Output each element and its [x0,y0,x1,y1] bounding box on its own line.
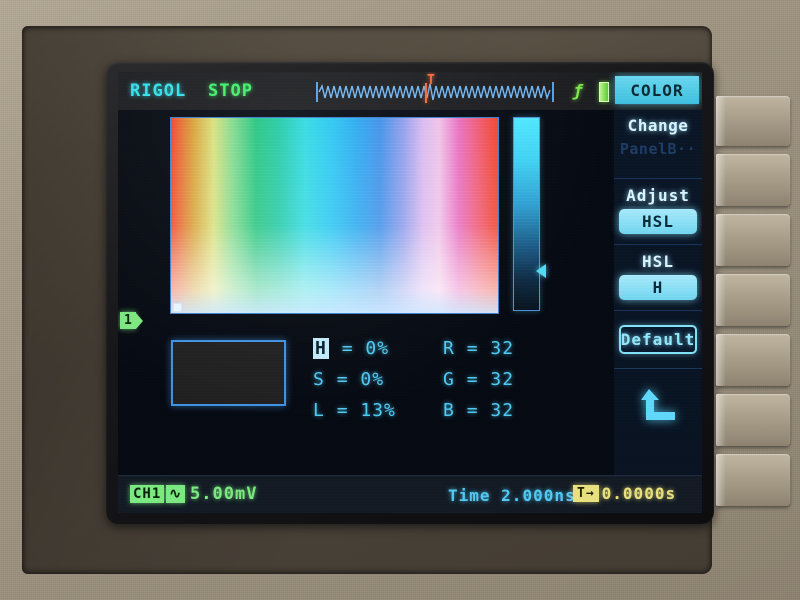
readout-l: L = 13% [313,400,396,421]
channel-coupling-icon: ∿ [166,485,186,503]
readout-g: G = 32 [443,369,514,390]
readout-h-eq: = [341,338,366,359]
readout-h: H = 0% [313,338,389,359]
softkey-5[interactable] [716,334,790,386]
readout-s-eq: = [336,369,361,390]
luminance-slider[interactable] [513,117,540,311]
readout-r: R = 32 [443,338,514,359]
tab-color[interactable]: COLOR [615,76,699,104]
lcd-screen: RIGOL STOP T ƒ COLOR H = 0% R = 32 S = 0… [118,72,702,513]
timebase-value: 2.000ns [501,486,576,505]
menu-component-label: HSL [642,252,674,271]
menu-adjust-value[interactable]: HSL [619,209,697,234]
menu-item-adjust[interactable]: Adjust HSL [614,178,702,244]
menu-item-default[interactable]: Default [614,310,702,368]
readout-b-eq: = [466,400,491,421]
softkey-3[interactable] [716,214,790,266]
luminance-slider-handle[interactable] [536,264,546,278]
softkey-2[interactable] [716,154,790,206]
readout-s: S = 0% [313,369,384,390]
readout-l-value: 13% [360,400,396,421]
readout-s-value: 0% [360,369,385,390]
menu-change-value: PanelB·· [619,140,697,158]
channel-1-volts-per-div: 5.00mV [190,484,258,504]
menu-item-return[interactable] [614,368,702,440]
soft-menu-panel: Change PanelB·· Adjust HSL HSL H Default [614,110,702,475]
readout-g-eq: = [466,369,491,390]
readout-l-key: L [313,400,325,421]
channel-1-label: CH1 [130,485,165,503]
readout-g-key: G [443,369,455,390]
brand-label: RIGOL [130,81,187,101]
oscilloscope-body: RIGOL STOP T ƒ COLOR H = 0% R = 32 S = 0… [0,0,800,600]
menu-adjust-label: Adjust [626,186,690,205]
trigger-position-icon: T→ [573,485,599,502]
readout-r-eq: = [466,338,491,359]
hue-saturation-field[interactable] [170,117,499,314]
menu-change-label: Change [627,116,689,135]
softkey-7[interactable] [716,454,790,506]
color-picker-area: H = 0% R = 32 S = 0% G = 32 L = 13% B = … [118,110,614,475]
trigger-position-status[interactable]: T→ 0.0000s [573,484,676,503]
readout-r-value: 32 [490,338,515,359]
f-trigger-icon: ƒ [573,81,583,100]
menu-component-value[interactable]: H [619,275,697,300]
readout-g-value: 32 [490,369,515,390]
top-status-bar: RIGOL STOP T ƒ COLOR [118,72,702,110]
softkey-6[interactable] [716,394,790,446]
return-arrow-icon [641,388,675,420]
trigger-position-value: 0.0000s [601,484,677,503]
readout-b: B = 32 [443,400,514,421]
trigger-marker-line [425,83,427,103]
readout-row: L = 13% B = 32 [313,400,583,431]
color-preview-swatch [171,340,286,406]
color-readouts: H = 0% R = 32 S = 0% G = 32 L = 13% B = … [313,338,583,431]
readout-b-key: B [443,400,455,421]
readout-b-value: 32 [490,400,515,421]
trigger-marker-label: T [427,73,435,88]
menu-default-button[interactable]: Default [619,325,697,354]
level-bar-icon [599,82,609,102]
softkey-4[interactable] [716,274,790,326]
bottom-status-bar: CH1 ∿ 5.00mV Time 2.000ns T→ 0.0000s [118,475,702,513]
timebase-status[interactable]: Time 2.000ns [448,486,576,505]
readout-h-key: H [313,338,329,359]
channel-1-status[interactable]: CH1 ∿ 5.00mV [130,484,257,504]
hue-saturation-cursor[interactable] [173,303,182,312]
readout-h-value: 0% [365,338,390,359]
readout-s-key: S [313,369,325,390]
channel-1-position-marker[interactable]: 1 [120,312,143,329]
channel-1-marker-label: 1 [120,312,136,329]
channel-1-marker-tip [135,312,143,329]
softkey-1[interactable] [716,96,790,146]
readout-row: S = 0% G = 32 [313,369,583,400]
menu-item-component[interactable]: HSL H [614,244,702,310]
readout-l-eq: = [336,400,361,421]
run-state-indicator[interactable]: STOP [208,81,253,101]
readout-r-key: R [443,338,455,359]
timebase-label: Time [448,486,491,505]
readout-row: H = 0% R = 32 [313,338,583,369]
waveform-overview[interactable] [316,80,554,104]
menu-item-change[interactable]: Change PanelB·· [614,110,702,178]
